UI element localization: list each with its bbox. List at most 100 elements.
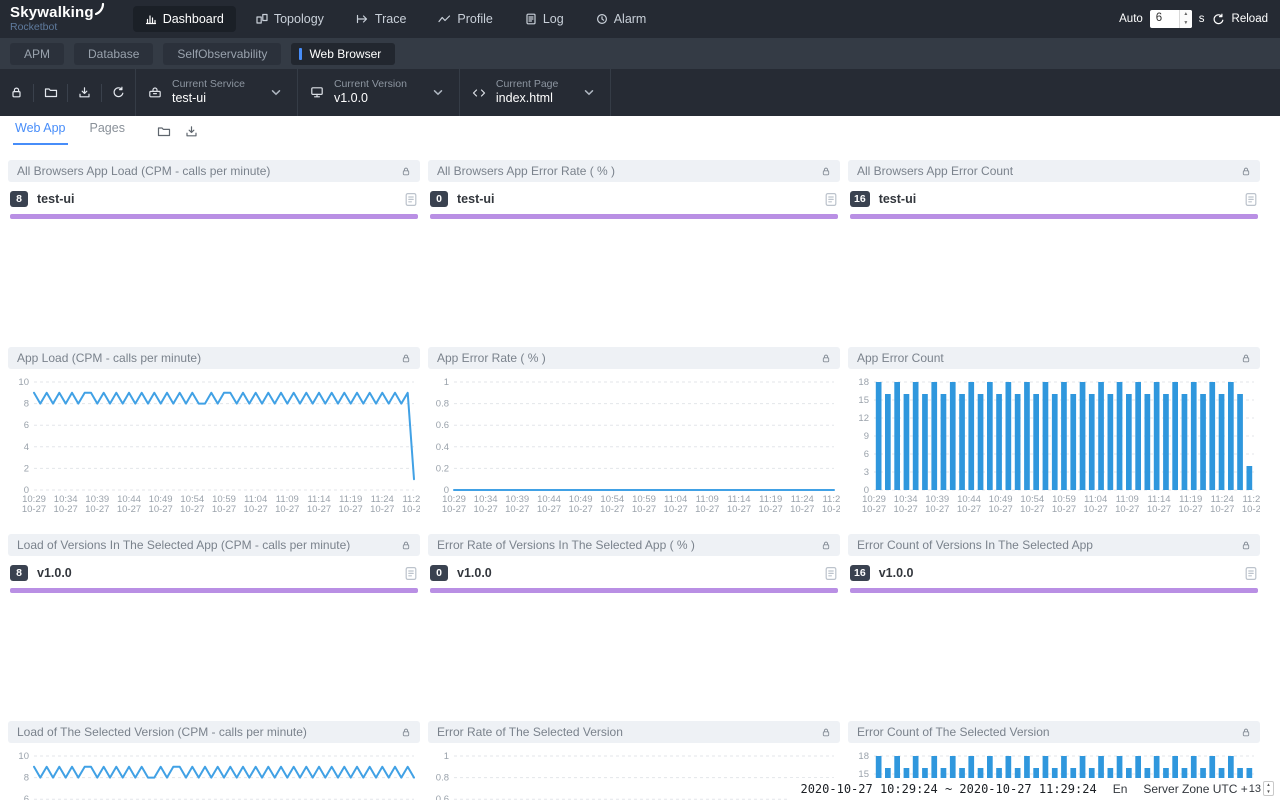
- tab-web-app[interactable]: Web App: [13, 121, 68, 145]
- svg-text:0.8: 0.8: [436, 399, 449, 410]
- tab-import-button[interactable]: [185, 125, 198, 138]
- card-title: Load of Versions In The Selected App (CP…: [17, 538, 401, 552]
- dashboard-group-bar: APM Database SelfObservability Web Brows…: [0, 38, 1280, 69]
- lock-panel-icon[interactable]: [1241, 540, 1251, 551]
- slot-label: test-ui: [37, 192, 404, 206]
- group-tab-web-browser[interactable]: Web Browser: [291, 43, 395, 65]
- svg-text:10-27: 10-27: [54, 504, 78, 515]
- chart-canvas: 00.20.40.60.8110:2910-2710:3410-2710:391…: [428, 746, 840, 800]
- svg-text:10-27: 10-27: [759, 504, 783, 515]
- lock-panel-icon[interactable]: [1241, 353, 1251, 364]
- card-10: Error Rate of The Selected Version 00.20…: [428, 721, 840, 800]
- chevron-down-icon: [271, 88, 281, 97]
- card-1: All Browsers App Error Rate ( % ) 0 test…: [428, 160, 840, 339]
- tab-folder-button[interactable]: [157, 125, 171, 138]
- card-title: Error Rate of Versions In The Selected A…: [437, 538, 821, 552]
- svg-text:8: 8: [24, 399, 29, 410]
- svg-text:10-27: 10-27: [664, 504, 688, 515]
- edit-slot-icon[interactable]: [1244, 192, 1258, 207]
- svg-text:2: 2: [24, 463, 29, 474]
- lock-panel-icon[interactable]: [821, 166, 831, 177]
- lock-panel-icon[interactable]: [401, 540, 411, 551]
- svg-text:10-27: 10-27: [307, 504, 331, 515]
- slot-badge: 16: [850, 565, 870, 581]
- card-header: All Browsers App Error Count: [848, 160, 1260, 182]
- edit-slot-icon[interactable]: [824, 566, 838, 581]
- app-logo[interactable]: Skywalking Rocketbot: [10, 5, 105, 33]
- slot-label: v1.0.0: [879, 566, 1244, 580]
- time-range-picker[interactable]: 2020-10-27 10:29:24 ~ 2020-10-27 11:29:2…: [800, 782, 1096, 796]
- toolbar-import-button[interactable]: [68, 86, 101, 99]
- rocket-swoosh-icon: [95, 3, 105, 15]
- card-header: All Browsers App Load (CPM - calls per m…: [8, 160, 420, 182]
- card-header: All Browsers App Error Rate ( % ): [428, 160, 840, 182]
- svg-text:10-27: 10-27: [1147, 504, 1171, 515]
- selector-current-page[interactable]: Current Page index.html: [460, 69, 611, 116]
- slot-label: v1.0.0: [457, 566, 824, 580]
- reload-button[interactable]: Reload: [1232, 13, 1268, 25]
- svg-text:10-27: 10-27: [149, 504, 173, 515]
- lock-panel-icon[interactable]: [1241, 727, 1251, 738]
- lock-panel-icon[interactable]: [821, 353, 831, 364]
- reload-icon[interactable]: [1212, 13, 1225, 26]
- svg-text:10-27: 10-27: [1210, 504, 1234, 515]
- svg-text:8: 8: [24, 773, 29, 784]
- group-tab-apm[interactable]: APM: [10, 43, 64, 65]
- lock-panel-icon[interactable]: [401, 166, 411, 177]
- svg-text:0.2: 0.2: [436, 463, 449, 474]
- svg-text:1: 1: [444, 377, 449, 388]
- toolbar-folder-button[interactable]: [34, 86, 67, 99]
- card-title: App Load (CPM - calls per minute): [17, 351, 401, 365]
- svg-text:10-27: 10-27: [180, 504, 204, 515]
- service-icon: [148, 86, 162, 99]
- auto-interval-input[interactable]: 6 ▲▼: [1150, 10, 1192, 28]
- group-tab-selfobservability[interactable]: SelfObservability: [163, 43, 281, 65]
- nav-item-topology[interactable]: Topology: [244, 6, 336, 32]
- toolbar-buttons: [0, 69, 135, 116]
- selector-current-service[interactable]: Current Service test-ui: [135, 69, 298, 116]
- tab-pages[interactable]: Pages: [88, 121, 127, 145]
- nav-item-log[interactable]: Log: [513, 6, 576, 32]
- interval-spinner[interactable]: ▲▼: [1179, 10, 1192, 28]
- auto-unit: s: [1199, 13, 1205, 25]
- svg-text:18: 18: [858, 377, 869, 388]
- monitor-icon: [310, 86, 324, 99]
- selector-current-version[interactable]: Current Version v1.0.0: [298, 69, 460, 116]
- language-selector[interactable]: En: [1113, 782, 1128, 796]
- lock-panel-icon[interactable]: [821, 540, 831, 551]
- zone-spinner[interactable]: ▲▼: [1263, 781, 1274, 796]
- svg-text:10-27: 10-27: [402, 504, 420, 515]
- edit-slot-icon[interactable]: [824, 192, 838, 207]
- toolbar-lock-button[interactable]: [0, 86, 33, 99]
- edit-slot-icon[interactable]: [404, 192, 418, 207]
- lock-panel-icon[interactable]: [1241, 166, 1251, 177]
- svg-text:10-27: 10-27: [537, 504, 561, 515]
- nav-item-dashboard[interactable]: Dashboard: [133, 6, 236, 32]
- chart-canvas: 024681010:2910-2710:3410-2710:3910-2710:…: [8, 746, 420, 800]
- lock-panel-icon[interactable]: [401, 727, 411, 738]
- nav-item-profile[interactable]: Profile: [426, 6, 504, 32]
- card-5: App Error Count 036912151810:2910-2710:3…: [848, 347, 1260, 526]
- slot-row: 8 v1.0.0: [10, 565, 418, 581]
- slot-badge: 0: [430, 565, 448, 581]
- nav-item-alarm[interactable]: Alarm: [584, 6, 659, 32]
- edit-slot-icon[interactable]: [404, 566, 418, 581]
- card-title: Load of The Selected Version (CPM - call…: [17, 725, 401, 739]
- view-tabs: Web App Pages: [0, 116, 1280, 145]
- lock-panel-icon[interactable]: [821, 727, 831, 738]
- svg-text:12: 12: [858, 413, 869, 424]
- svg-text:10-27: 10-27: [1115, 504, 1139, 515]
- lock-panel-icon[interactable]: [401, 353, 411, 364]
- svg-text:10-27: 10-27: [85, 504, 109, 515]
- edit-slot-icon[interactable]: [1244, 566, 1258, 581]
- auto-label: Auto: [1119, 13, 1143, 25]
- card-9: Load of The Selected Version (CPM - call…: [8, 721, 420, 800]
- svg-text:6: 6: [24, 420, 29, 431]
- toolbar-refresh-button[interactable]: [102, 86, 135, 99]
- card-header: App Error Count: [848, 347, 1260, 369]
- nav-item-trace[interactable]: Trace: [344, 6, 419, 32]
- server-zone-control[interactable]: Server Zone UTC +13 ▲▼: [1143, 781, 1274, 796]
- zone-value: 13: [1249, 783, 1261, 795]
- svg-text:10-27: 10-27: [1084, 504, 1108, 515]
- group-tab-database[interactable]: Database: [74, 43, 153, 65]
